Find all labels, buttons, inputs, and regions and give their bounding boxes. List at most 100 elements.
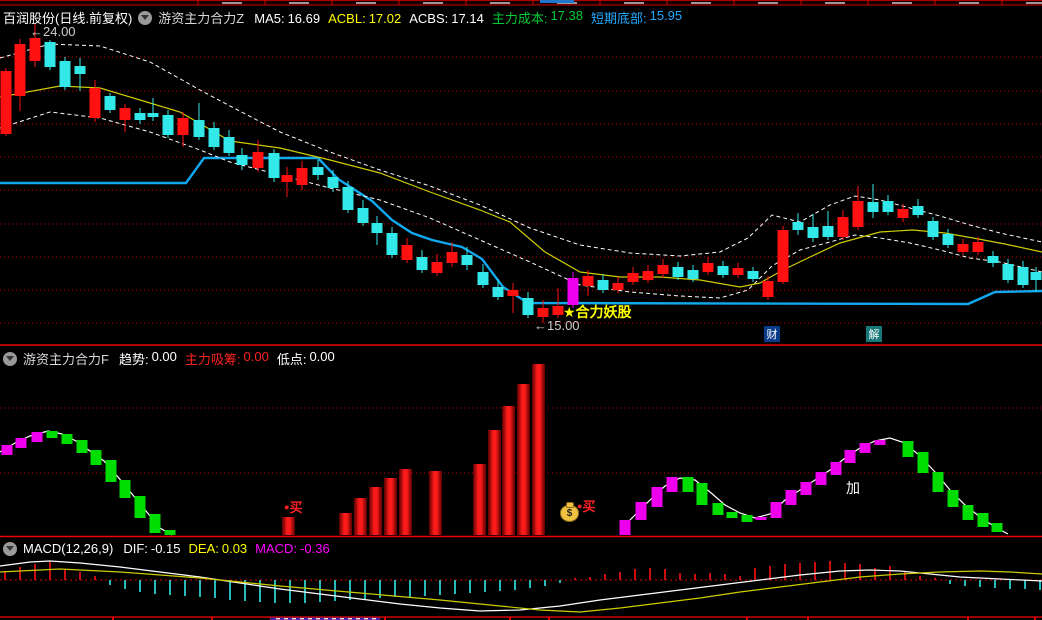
- date-cursor-text: [324, 618, 328, 620]
- indicator-bar: [429, 471, 442, 535]
- main-header-stats: MA5: 16.69 ACBL: 17.02 ACBS: 17.14 主力成本: 17.38 短…: [254, 8, 690, 27]
- toolbar-glyph: [1026, 2, 1042, 4]
- header-stat: DEA: 0.03: [189, 541, 248, 556]
- dif-line: [0, 560, 1042, 612]
- candle-body: [74, 66, 86, 74]
- header-stat: MA5: 16.69: [254, 11, 320, 26]
- stat-value: 16.69: [287, 11, 321, 26]
- indicator-bar: [282, 517, 295, 535]
- toolbar-glyph: [959, 2, 979, 4]
- date-cursor-text: [292, 618, 296, 620]
- indicator-bar: [399, 469, 412, 535]
- indicator-block: [800, 482, 812, 495]
- indicator-block: [977, 513, 989, 527]
- candle-body: [312, 167, 324, 175]
- date-cursor-text: [372, 618, 376, 620]
- date-cursor-text: [300, 618, 304, 620]
- indicator-block: [149, 514, 161, 533]
- candle-body: [386, 233, 398, 255]
- date-cursor-text: [276, 618, 280, 620]
- buy-signal-label: ●买: [577, 499, 596, 514]
- stat-label: 低点:: [276, 352, 307, 367]
- toolbar-glyph: [892, 2, 912, 4]
- candle-body: [792, 222, 804, 230]
- main-panel-header: 百润股份(日线.前复权) 游资主力合力Z MA5: 16.69 ACBL: 17.02…: [3, 8, 690, 27]
- candle-body: [162, 115, 174, 135]
- candle-body: [416, 257, 428, 270]
- stat-label: 主力成本:: [491, 11, 548, 26]
- macd-header-stats: DIF: -0.15 DEA: 0.03 MACD: -0.36: [123, 541, 337, 556]
- indicator-block: [755, 517, 767, 520]
- add-position-label: 加: [846, 480, 860, 496]
- indicator-block: [666, 477, 678, 492]
- indicator-block: [917, 452, 929, 473]
- stat-value: -0.15: [150, 541, 181, 556]
- candle-body: [927, 221, 939, 237]
- candle-body: [612, 283, 624, 290]
- toolbar-glyph: [540, 0, 574, 3]
- candle-body: [867, 202, 879, 212]
- date-cursor-text: [316, 618, 320, 620]
- stat-value: 17.02: [368, 11, 402, 26]
- indicator-bar: [532, 364, 545, 535]
- candle-body: [446, 252, 458, 263]
- candle-body: [762, 281, 774, 297]
- stat-label: DIF:: [123, 541, 148, 556]
- indicator-name: MACD(12,26,9): [23, 541, 114, 556]
- indicator-name: 游资主力合力F: [23, 352, 109, 367]
- indicator-block: [991, 523, 1003, 532]
- candle-body: [522, 298, 534, 315]
- candle-body: [236, 155, 248, 165]
- stat-value: 0.00: [151, 349, 177, 364]
- stat-label: 主力吸筹:: [184, 352, 241, 367]
- toolbar-glyph: [624, 2, 644, 4]
- stat-value: 17.14: [451, 11, 484, 26]
- indicator-block: [932, 472, 944, 492]
- candle-body: [89, 88, 101, 118]
- collapse-chevron-icon[interactable]: [138, 10, 153, 25]
- candle-body: [882, 201, 894, 212]
- candle-body: [281, 175, 293, 182]
- star-signal-label: ★合力妖股: [563, 304, 632, 320]
- stat-label: ACBS:: [409, 11, 449, 26]
- indicator-block: [696, 483, 708, 505]
- indicator-block: [741, 515, 753, 522]
- candle-body: [822, 226, 834, 237]
- date-cursor-text: [364, 618, 368, 620]
- candle-body: [44, 42, 56, 67]
- collapse-chevron-icon[interactable]: [3, 351, 17, 366]
- candle-body: [912, 206, 924, 215]
- date-cursor-text: [332, 618, 336, 620]
- indicator-block: [712, 503, 724, 515]
- candle-body: [957, 244, 969, 252]
- stat-value: 0.03: [221, 541, 248, 556]
- indicator-bar: [488, 430, 501, 535]
- chart-canvas[interactable]: [0, 0, 1042, 620]
- stock-chart-window: 百润股份(日线.前复权) 游资主力合力Z MA5: 16.69 ACBL: 17.02…: [0, 0, 1042, 620]
- stat-label: MACD:: [255, 541, 298, 556]
- date-cursor-text: [340, 618, 344, 620]
- indicator-bar: [384, 478, 397, 535]
- candle-body: [492, 287, 504, 297]
- header-stat: 主力成本: 17.38: [492, 8, 583, 27]
- candle-body: [461, 255, 473, 265]
- cai-tag: 财: [764, 326, 780, 342]
- stat-label: 短期底部:: [590, 11, 647, 26]
- indicator-block: [119, 480, 131, 498]
- indicator-bar: [369, 487, 382, 535]
- candle-body: [147, 113, 159, 117]
- indicator-block: [785, 490, 797, 505]
- indicator-block: [90, 450, 102, 465]
- stat-label: DEA:: [188, 541, 219, 556]
- candle-body: [342, 187, 354, 210]
- candle-body: [732, 268, 744, 275]
- candle-body: [642, 271, 654, 280]
- stat-label: ACBL:: [328, 11, 366, 26]
- collapse-chevron-icon[interactable]: [3, 541, 17, 556]
- candle-body: [14, 44, 26, 96]
- candle-body: [987, 256, 999, 263]
- indicator-block: [859, 443, 871, 453]
- header-stat: 低点: 0.00: [277, 349, 335, 368]
- candle-body: [119, 108, 131, 120]
- jie-tag: 解: [866, 326, 882, 342]
